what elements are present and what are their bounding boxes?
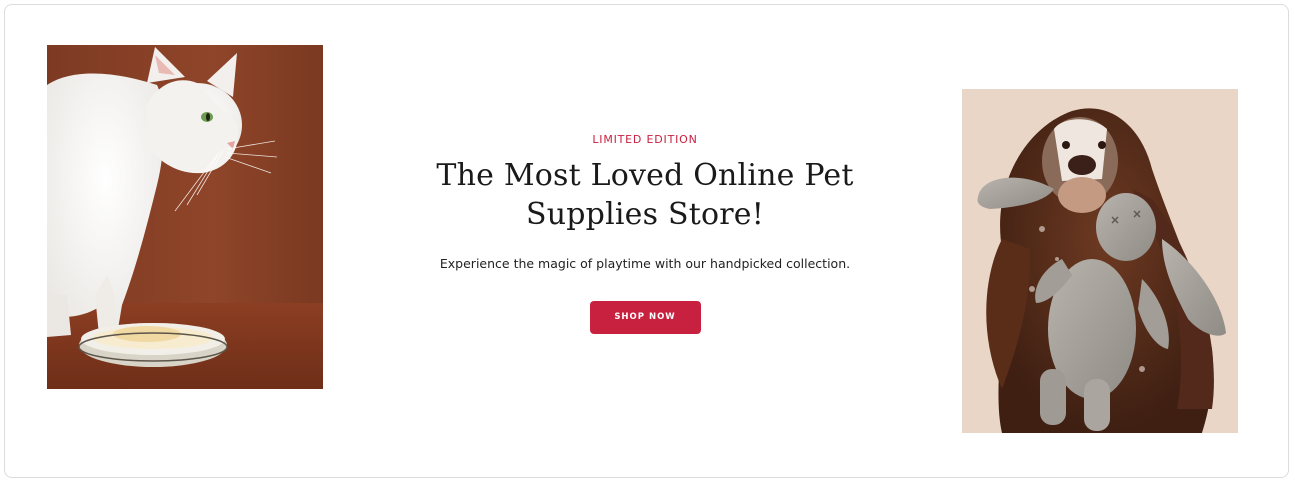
shop-now-button[interactable]: SHOP NOW [589,301,701,334]
hero-subtext: Experience the magic of playtime with ou… [439,256,851,271]
cat-photo [47,45,323,389]
dog-photo [962,89,1238,433]
hero-content: LIMITED EDITION The Most Loved Online Pe… [365,133,925,334]
hero-headline: The Most Loved Online Pet Supplies Store… [436,158,854,232]
eyebrow-label: LIMITED EDITION [592,133,698,146]
hero-banner: LIMITED EDITION The Most Loved Online Pe… [4,4,1289,478]
